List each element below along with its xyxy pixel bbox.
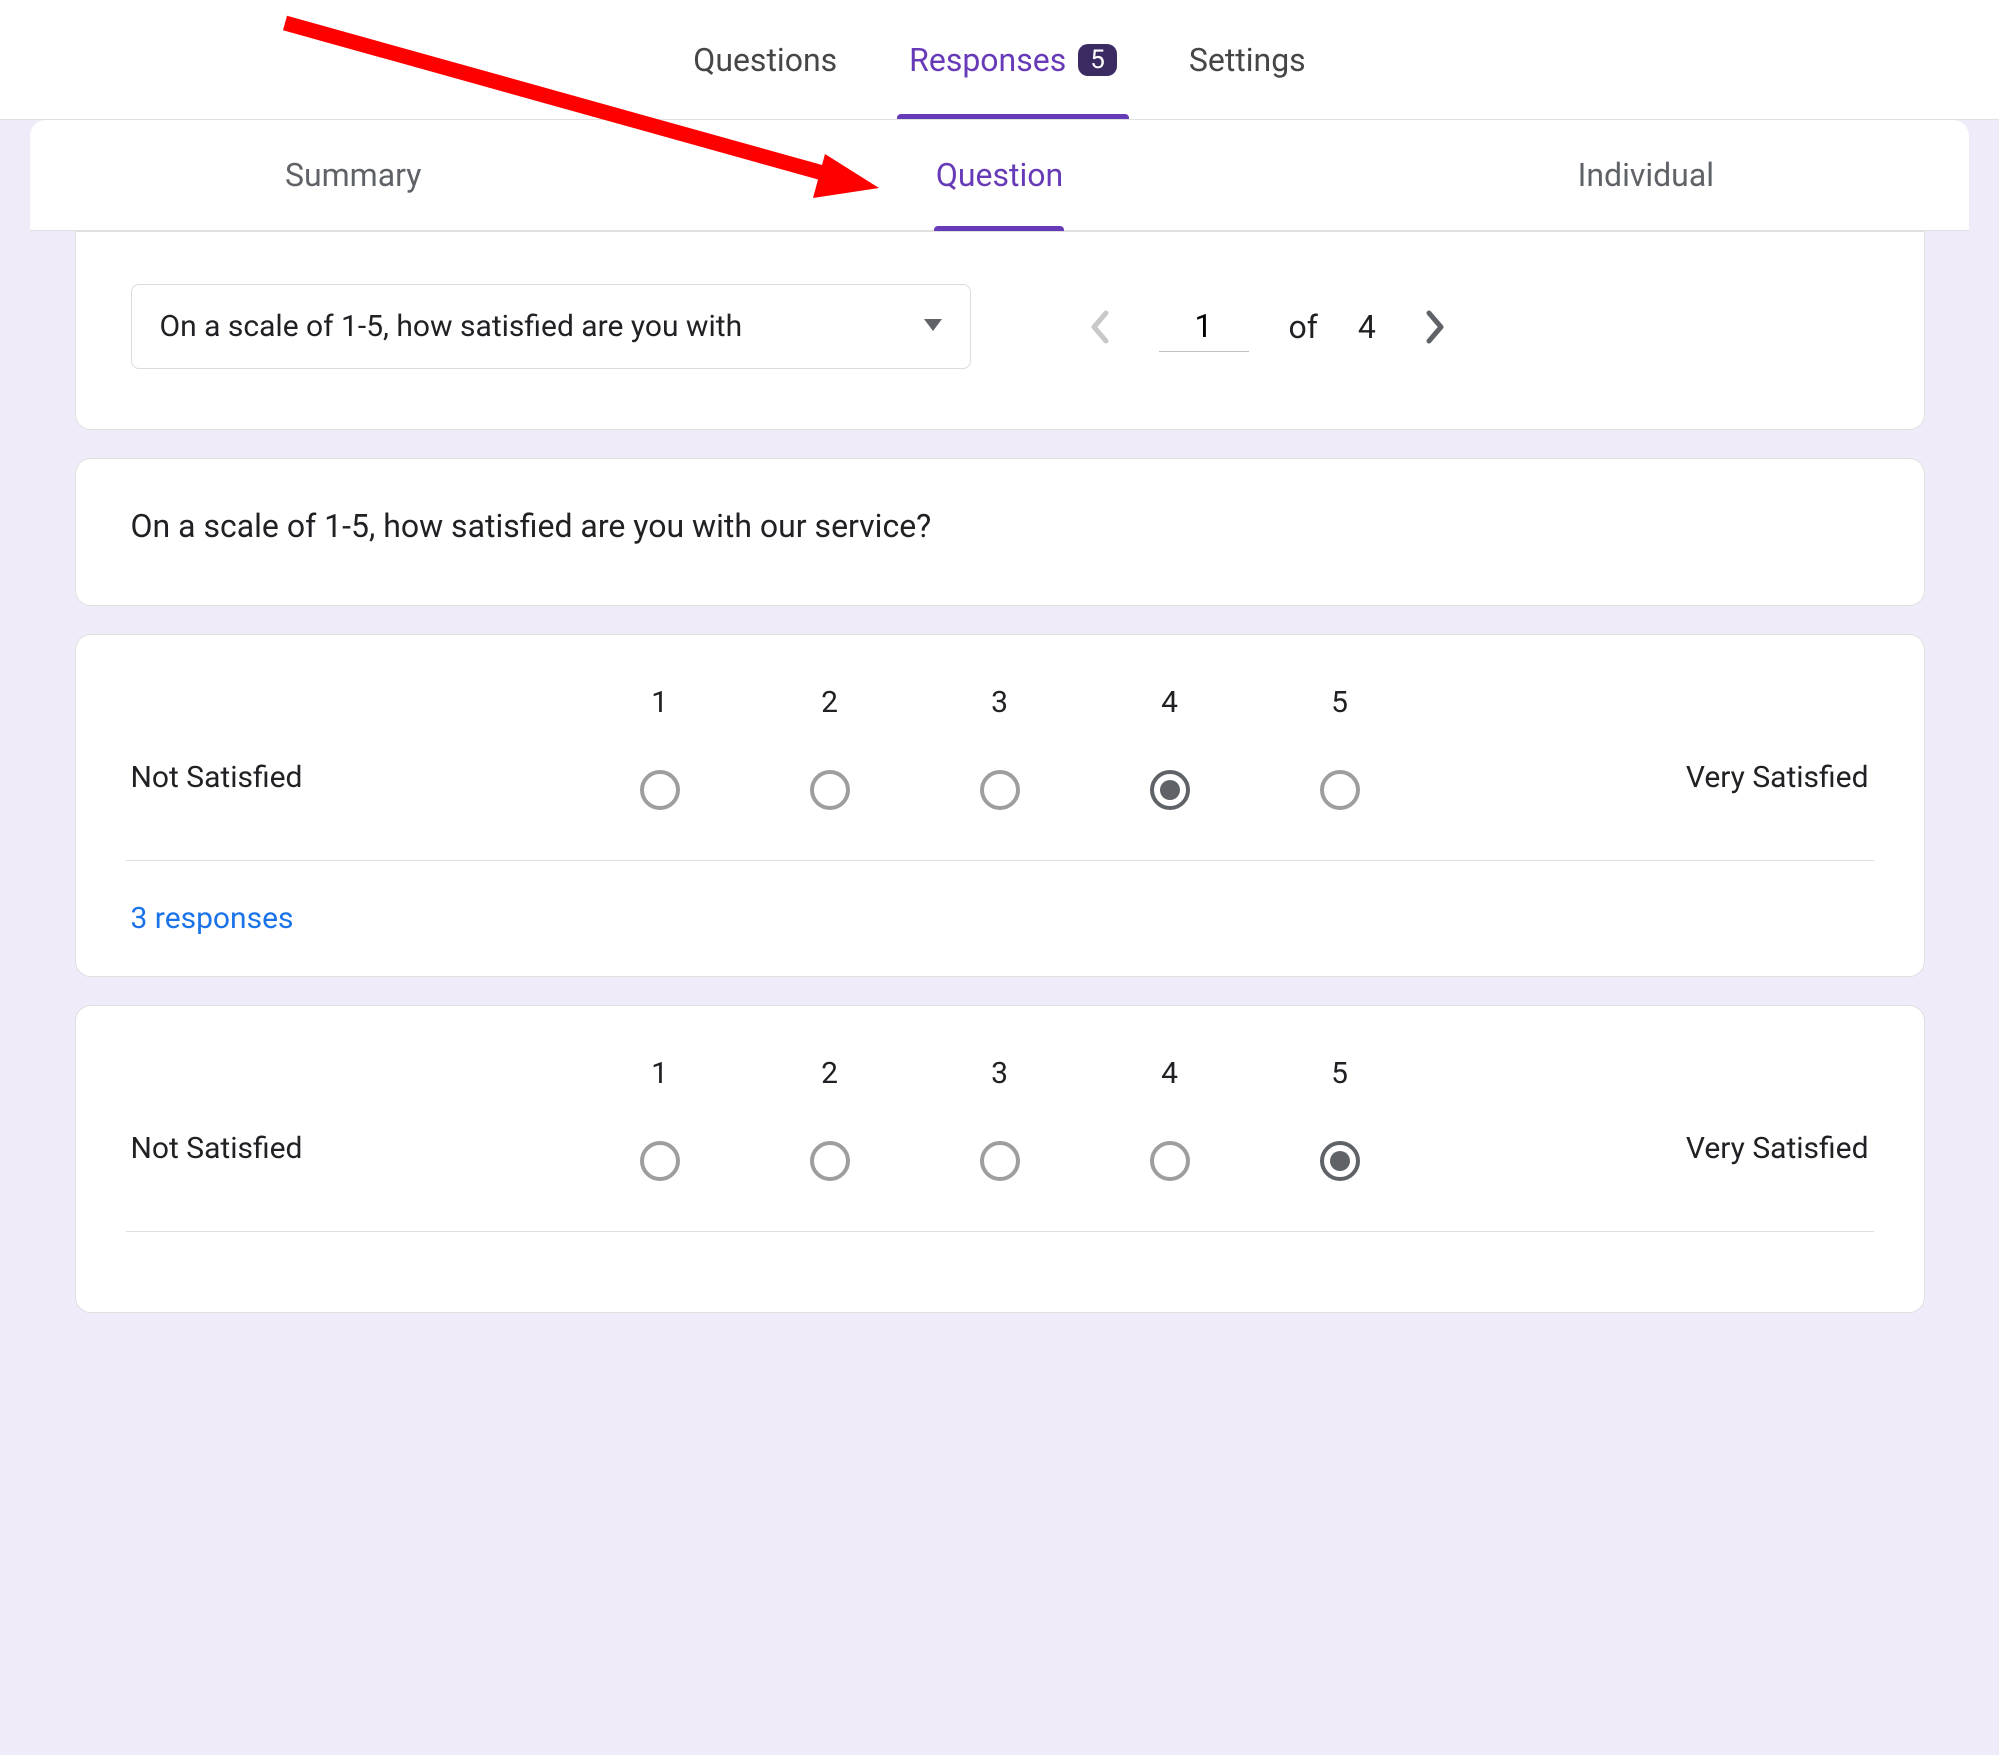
scale-option: 3 <box>960 1056 1040 1181</box>
subtab-question[interactable]: Question <box>676 120 1322 230</box>
subtab-summary[interactable]: Summary <box>30 120 676 230</box>
scale-option: 5 <box>1300 1056 1380 1181</box>
pager-total: 4 <box>1358 308 1376 346</box>
scale-number: 3 <box>991 685 1008 720</box>
pager-of-label: of <box>1289 308 1318 346</box>
scale-options: 1 2 3 4 5 <box>620 1056 1380 1181</box>
pager-current-input[interactable] <box>1159 301 1249 352</box>
scale-option: 5 <box>1300 685 1380 810</box>
scale-option: 4 <box>1130 685 1210 810</box>
scale-row: Not Satisfied 1 2 3 4 5 Very Satisfied <box>131 685 1869 860</box>
tab-settings[interactable]: Settings <box>1177 0 1318 119</box>
scale-number: 5 <box>1331 1056 1348 1091</box>
scale-number: 2 <box>821 1056 838 1091</box>
radio-option <box>980 1141 1020 1181</box>
divider <box>126 860 1874 861</box>
responses-count-badge: 5 <box>1078 44 1117 76</box>
question-selector-card: On a scale of 1-5, how satisfied are you… <box>75 231 1925 430</box>
sub-tabs-card: Summary Question Individual <box>30 120 1969 231</box>
tab-questions[interactable]: Questions <box>681 0 849 119</box>
scale-number: 2 <box>821 685 838 720</box>
radio-option <box>810 1141 850 1181</box>
tab-responses[interactable]: Responses 5 <box>897 0 1129 119</box>
subtab-summary-label: Summary <box>285 156 421 194</box>
chevron-right-icon <box>1425 309 1447 345</box>
scale-high-label: Very Satisfied <box>1529 1131 1869 1166</box>
tab-responses-label: Responses <box>909 41 1066 79</box>
question-title: On a scale of 1-5, how satisfied are you… <box>131 507 1869 545</box>
caret-down-icon <box>924 319 942 335</box>
scale-number: 5 <box>1331 685 1348 720</box>
scale-number: 1 <box>651 1056 668 1091</box>
scale-option: 1 <box>620 1056 700 1181</box>
responses-count-link[interactable]: 3 responses <box>131 901 1869 936</box>
question-dropdown[interactable]: On a scale of 1-5, how satisfied are you… <box>131 284 971 369</box>
scale-option: 2 <box>790 685 870 810</box>
question-dropdown-text: On a scale of 1-5, how satisfied are you… <box>160 309 743 344</box>
radio-option <box>1320 770 1360 810</box>
scale-row: Not Satisfied 1 2 3 4 5 Very Satisfied <box>131 1056 1869 1231</box>
scale-option: 3 <box>960 685 1040 810</box>
radio-option <box>1150 1141 1190 1181</box>
subtab-individual-label: Individual <box>1578 156 1714 194</box>
scale-low-label: Not Satisfied <box>131 760 471 795</box>
scale-options: 1 2 3 4 5 <box>620 685 1380 810</box>
scale-number: 1 <box>651 685 668 720</box>
radio-option <box>810 770 850 810</box>
radio-option <box>1320 1141 1360 1181</box>
divider <box>126 1231 1874 1232</box>
pager-next-button[interactable] <box>1416 307 1456 347</box>
scale-number: 4 <box>1161 1056 1178 1091</box>
response-card: Not Satisfied 1 2 3 4 5 Very Satisfied <box>75 1005 1925 1313</box>
scale-option: 2 <box>790 1056 870 1181</box>
response-card: Not Satisfied 1 2 3 4 5 Very Satisfied 3 respon… <box>75 634 1925 977</box>
scale-option: 4 <box>1130 1056 1210 1181</box>
question-text-card: On a scale of 1-5, how satisfied are you… <box>75 458 1925 606</box>
radio-option <box>980 770 1020 810</box>
radio-option <box>1150 770 1190 810</box>
tab-questions-label: Questions <box>693 41 837 79</box>
chevron-left-icon <box>1088 309 1110 345</box>
scale-low-label: Not Satisfied <box>131 1131 471 1166</box>
scale-number: 4 <box>1161 685 1178 720</box>
subtab-question-label: Question <box>936 156 1063 194</box>
scale-number: 3 <box>991 1056 1008 1091</box>
scale-high-label: Very Satisfied <box>1529 760 1869 795</box>
radio-option <box>640 770 680 810</box>
top-tabs: Questions Responses 5 Settings <box>0 0 1999 120</box>
pager-prev-button[interactable] <box>1079 307 1119 347</box>
subtab-individual[interactable]: Individual <box>1323 120 1969 230</box>
tab-settings-label: Settings <box>1189 41 1306 79</box>
sub-tabs: Summary Question Individual <box>30 120 1969 230</box>
scale-option: 1 <box>620 685 700 810</box>
radio-option <box>640 1141 680 1181</box>
pager: of 4 <box>1079 301 1456 352</box>
